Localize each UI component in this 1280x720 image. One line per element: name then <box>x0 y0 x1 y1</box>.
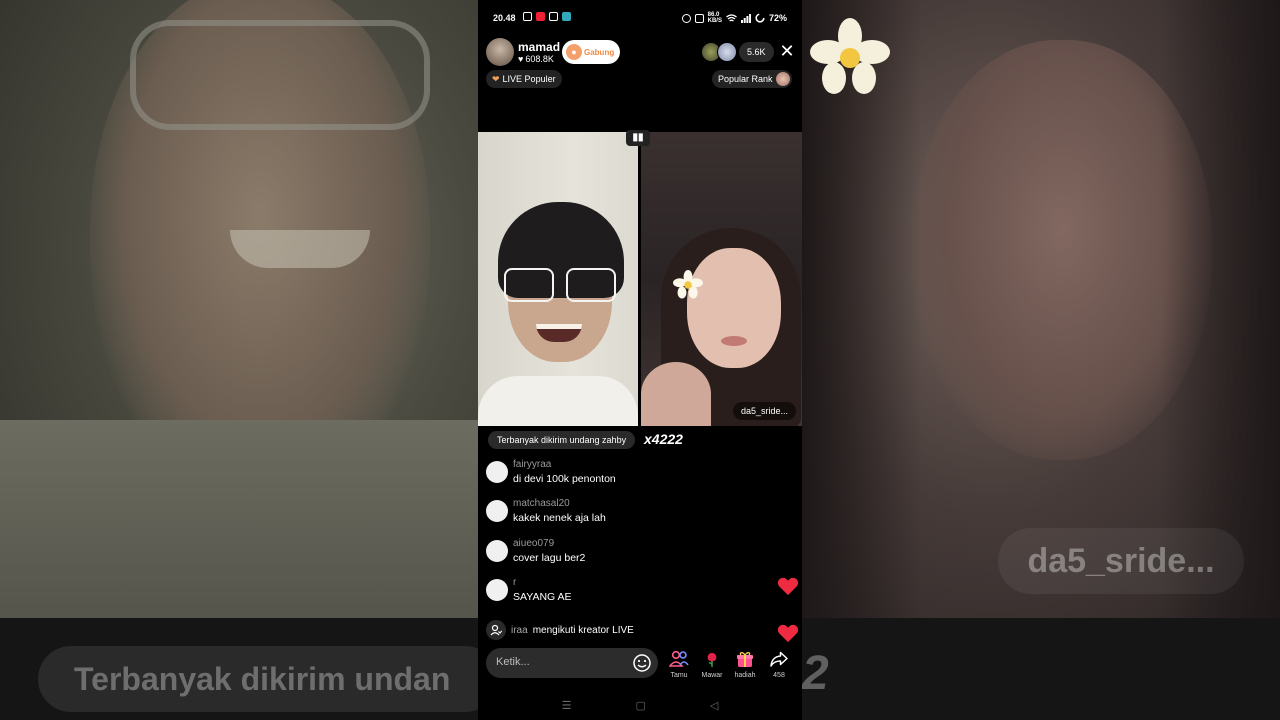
battery-icon <box>755 13 765 23</box>
blurred-smile <box>230 230 370 268</box>
comment-input[interactable]: Ketik... <box>486 648 658 678</box>
rose-button[interactable]: Mawar <box>697 648 727 679</box>
comment-input-placeholder[interactable]: Ketik... <box>496 656 530 668</box>
blurred-combo-digit: 2 <box>802 647 829 700</box>
tiktok-notification-icon <box>549 12 558 21</box>
guest-lips <box>721 336 747 346</box>
mute-icon <box>694 13 704 23</box>
follow-username[interactable]: iraa <box>511 625 528 636</box>
comment-item[interactable]: matchasal20 kakek nenek aja lah <box>486 498 776 532</box>
blurred-background-right: da5_sride... <box>802 0 1280 618</box>
comment-text: di devi 100k penonton <box>513 473 616 485</box>
comment-username[interactable]: r <box>513 577 516 588</box>
share-button[interactable]: 458 <box>764 648 794 679</box>
blurred-name-tag: da5_sride... <box>998 528 1244 594</box>
back-icon[interactable]: ◁ <box>710 699 718 712</box>
blurred-gift-banner: Terbanyak dikirim undan <box>38 646 498 712</box>
youtube-notification-icon <box>536 12 545 21</box>
join-button-label: Gabung <box>584 47 615 57</box>
broken-heart-icon: ❤ <box>492 73 500 84</box>
comment-item[interactable]: fairyyraa di devi 100k penonton <box>486 459 776 493</box>
guest-name-tag[interactable]: da5_sride... <box>733 402 797 420</box>
flower-icon <box>810 18 890 94</box>
comment-text: cover lagu ber2 <box>513 552 586 564</box>
comment-text: kakek nenek aja lah <box>513 512 606 524</box>
host-shirt <box>478 376 638 426</box>
status-bar: 20.48 86.0 KB/S 72% <box>478 8 802 28</box>
system-icons: 86.0 KB/S 72% <box>681 12 787 24</box>
phone-screen: 20.48 86.0 KB/S 72% mamad ♥ 608.8K ● Gab… <box>478 0 802 720</box>
alarm-icon <box>681 13 691 23</box>
notification-icons <box>523 12 571 21</box>
app-notification-icon <box>562 12 571 21</box>
network-speed: 86.0 KB/S <box>708 12 722 24</box>
gift-label: hadiah <box>734 672 756 679</box>
host-video[interactable] <box>478 132 638 426</box>
wifi-icon <box>726 13 737 22</box>
flower-icon <box>673 270 703 299</box>
comment-username[interactable]: fairyyraa <box>513 459 551 470</box>
blurred-shirt <box>0 420 478 618</box>
gift-icon <box>737 652 753 667</box>
follow-text: mengikuti kreator LIVE <box>532 624 634 636</box>
floating-heart-icon <box>777 624 799 643</box>
comment-item[interactable]: aiueo079 cover lagu ber2 <box>486 538 776 572</box>
guests-label: Tamu <box>670 672 688 679</box>
host-name: mamad <box>518 40 561 54</box>
guests-button[interactable]: Tamu <box>664 648 694 679</box>
guests-icon <box>669 650 689 667</box>
comment-avatar[interactable] <box>486 461 508 483</box>
blurred-background-left <box>0 0 478 618</box>
follow-event: iraa mengikuti kreator LIVE <box>486 619 634 641</box>
signal-icon <box>740 13 751 23</box>
floating-heart-icon <box>777 577 799 596</box>
comment-username[interactable]: aiueo079 <box>513 538 554 549</box>
close-icon[interactable]: ✕ <box>778 42 796 60</box>
comment-text: SAYANG AE <box>513 591 572 603</box>
host-likes-count: 608.8K <box>525 54 554 64</box>
viewer-list[interactable]: 5.6K <box>701 42 774 62</box>
comment-username[interactable]: matchasal20 <box>513 498 570 509</box>
rank-avatar <box>775 72 790 86</box>
gift-combo-count: x4222 <box>644 431 683 447</box>
emoji-icon[interactable] <box>632 653 652 673</box>
navigation-bar: ☰ ▢ ◁ <box>478 690 802 720</box>
home-notification-icon <box>523 12 532 21</box>
follow-icon <box>486 620 506 640</box>
rose-icon <box>707 653 717 667</box>
viewer-count[interactable]: 5.6K <box>739 42 774 62</box>
battery-percent: 72% <box>768 13 787 23</box>
popular-rank-chip[interactable]: Popular Rank <box>712 70 792 88</box>
home-icon[interactable]: ▢ <box>636 699 646 712</box>
comment-avatar[interactable] <box>486 540 508 562</box>
screen: da5_sride... Terbanyak dikirim undan 2 2… <box>0 0 1280 720</box>
battle-split-icon[interactable]: ▮▮ <box>626 130 650 146</box>
gift-button[interactable]: hadiah <box>730 648 760 679</box>
status-time: 20.48 <box>493 13 516 23</box>
popular-rank-label: Popular Rank <box>718 74 773 84</box>
live-popular-chip[interactable]: ❤ LIVE Populer <box>486 70 562 88</box>
gift-banner: Terbanyak dikirim undang zahby <box>488 431 636 449</box>
comment-avatar[interactable] <box>486 500 508 522</box>
live-popular-label: LIVE Populer <box>502 74 556 84</box>
host-likes: ♥ 608.8K <box>518 54 554 64</box>
rose-label: Mawar <box>701 672 723 679</box>
host-glasses <box>504 268 616 304</box>
comment-item[interactable]: r SAYANG AE <box>486 577 776 611</box>
guest-face <box>687 248 781 368</box>
host-avatar[interactable] <box>486 38 514 66</box>
share-icon <box>770 651 788 667</box>
blurred-glasses <box>130 20 430 130</box>
comment-avatar[interactable] <box>486 579 508 601</box>
viewer-avatar[interactable] <box>717 42 737 62</box>
recent-apps-icon[interactable]: ☰ <box>562 699 572 712</box>
join-button[interactable]: ● Gabung <box>562 40 620 64</box>
share-count: 458 <box>773 672 785 679</box>
guest-shoulder <box>641 362 711 426</box>
heart-icon: ♥ <box>518 54 524 64</box>
host-card[interactable]: mamad ♥ 608.8K ● Gabung <box>486 38 622 66</box>
guest-video[interactable]: da5_sride... <box>641 132 802 426</box>
network-speed-unit: KB/S <box>707 18 722 24</box>
join-icon: ● <box>566 44 582 60</box>
